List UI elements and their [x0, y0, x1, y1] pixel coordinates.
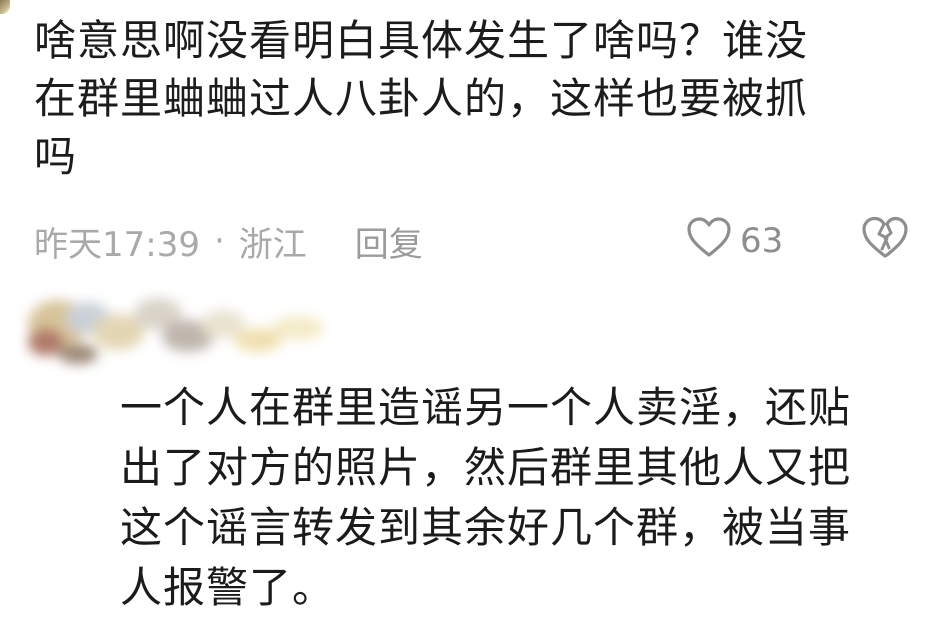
broken-heart-icon [860, 215, 910, 268]
reply-text: 一个人在群里造谣另一个人卖淫，还贴 出了对方的照片，然后群里其他人又把 这个谣言… [120, 383, 852, 612]
comment-text: 啥意思啊没看明白具体发生了啥吗？谁没 在群里蛐蛐过人八卦人的，这样也要被抓 吗 [34, 16, 809, 181]
comment-meta: 昨天17:39 · 浙江 回复 63 [34, 216, 908, 267]
comment-location: 浙江 [238, 224, 307, 265]
dislike-button[interactable] [860, 216, 910, 264]
comment-time: 昨天17:39 [34, 224, 200, 265]
like-button[interactable]: 63 [686, 216, 784, 267]
heart-outline-icon [686, 216, 732, 267]
meta-separator: · [213, 221, 225, 261]
reply-button[interactable]: 回复 [355, 217, 423, 266]
cropped-avatar-edge [0, 0, 10, 14]
blurred-avatar[interactable] [18, 284, 338, 376]
like-count: 63 [740, 221, 784, 261]
